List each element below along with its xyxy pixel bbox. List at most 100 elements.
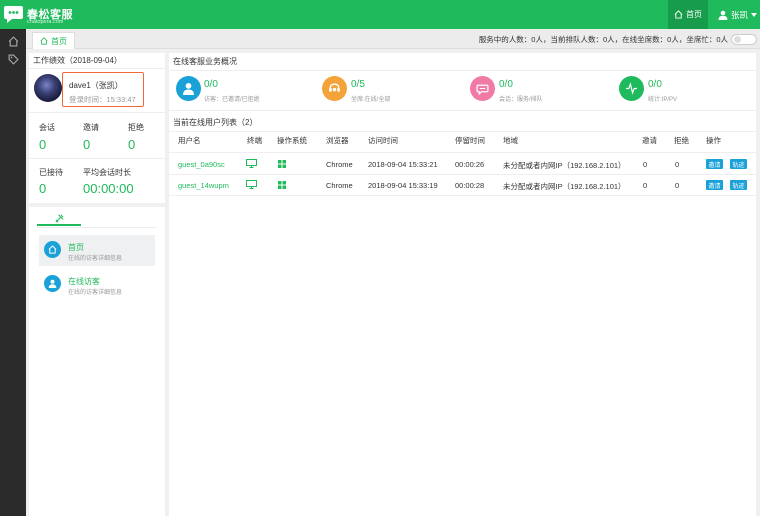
row-stay-time: 00:00:28 [455, 181, 485, 190]
desktop-icon [246, 180, 257, 189]
agent-username: dave1（张凯） [69, 81, 123, 90]
col-actions: 操作 [706, 136, 721, 145]
sidebar-home-icon[interactable] [5, 33, 21, 49]
kpi-label-sessions: 会话：服务/排队 [499, 97, 543, 103]
stat-value-sessions: 0 [39, 137, 47, 152]
service-status-text: 服务中的人数：0人，当前排队人数：0人，在线坐席数：0人，坐席忙：0人 [478, 35, 728, 44]
handled-value: 0 [39, 181, 47, 196]
col-os: 操作系统 [277, 136, 307, 145]
nav-item-title: 首页 [68, 243, 84, 252]
nav-item-subtitle: 在线的访客详细信息 [68, 256, 123, 262]
divider [169, 131, 756, 132]
session-kpi-icon [470, 76, 495, 101]
divider [169, 110, 756, 111]
row-reject-count: 0 [675, 160, 680, 169]
user-icon [718, 10, 728, 20]
windows-icon [278, 160, 286, 168]
row-browser: Chrome [326, 181, 353, 190]
performance-title: 工作绩效（2018-09-04） [29, 53, 165, 69]
row-invite-count: 0 [643, 181, 648, 190]
divider [37, 227, 157, 228]
logo-icon [3, 3, 24, 25]
col-terminal: 终端 [247, 136, 262, 145]
user-icon [44, 275, 61, 292]
row-invite-count: 0 [643, 160, 648, 169]
divider [169, 174, 756, 175]
divider [169, 195, 756, 196]
tab-home[interactable]: 首页 [32, 32, 75, 49]
busy-toggle[interactable] [731, 34, 757, 45]
home-icon [40, 37, 48, 45]
avg-duration-value: 00:00:00 [83, 181, 134, 196]
user-menu[interactable]: 张凯 [718, 0, 758, 29]
col-stay-time: 停留时间 [455, 136, 485, 145]
row-reject-count: 0 [675, 181, 680, 190]
row-user-link[interactable]: guest_14wupm [178, 181, 229, 190]
stat-value-rejects: 0 [128, 137, 136, 152]
desktop-icon [246, 159, 257, 168]
logo-subtitle: chatopera.com [27, 19, 64, 25]
col-invite: 邀请 [642, 136, 657, 145]
row-region: 未分配或者内网IP（192.168.2.101） [503, 161, 626, 170]
avatar [34, 74, 62, 102]
col-region: 地域 [503, 136, 518, 145]
login-time: 登录时间：15:33:47 [69, 95, 136, 104]
sidebar-tag-icon[interactable] [5, 51, 21, 67]
stats-kpi-icon [619, 76, 644, 101]
track-button[interactable]: 轨迹 [730, 159, 747, 169]
nav-panel: 首页 在线的访客详细信息 在线访客 在线的访客详细信息 [29, 207, 165, 516]
row-browser: Chrome [326, 160, 353, 169]
nav-item-online-visitors[interactable]: 在线访客 在线的访客详细信息 [39, 269, 155, 300]
kpi-label-stats: 统计:IP/PV [648, 97, 678, 103]
col-browser: 浏览器 [326, 136, 349, 145]
invite-button[interactable]: 邀请 [706, 180, 723, 190]
visitor-kpi-icon [176, 76, 201, 101]
row-stay-time: 00:00:26 [455, 160, 485, 169]
nav-item-subtitle: 在线的访客详细信息 [68, 290, 123, 296]
row-region: 未分配或者内网IP（192.168.2.101） [503, 182, 626, 191]
row-user-link[interactable]: guest_0a90sc [178, 160, 225, 169]
stat-value-invites: 0 [83, 137, 91, 152]
row-visit-time: 2018-09-04 15:33:21 [368, 160, 438, 169]
stat-label-invites: 邀请 [83, 123, 99, 132]
invite-button[interactable]: 邀请 [706, 159, 723, 169]
kpi-label-visitors: 访客：已邀请/已拒绝 [204, 97, 260, 103]
nav-tab-tools[interactable] [37, 212, 81, 226]
top-bar: 春松客服 chatopera.com 首页 张凯 [0, 0, 760, 29]
col-reject: 拒绝 [674, 136, 689, 145]
kpi-value-stats: 0/0 [648, 79, 662, 90]
divider [29, 158, 165, 159]
divider [169, 152, 756, 153]
tab-home-label: 首页 [51, 36, 67, 46]
kpi-value-visitors: 0/0 [204, 79, 218, 90]
stat-label-rejects: 拒绝 [128, 123, 144, 132]
col-user: 用户名 [178, 136, 201, 145]
divider [29, 112, 165, 113]
nav-item-title: 在线访客 [68, 277, 100, 286]
left-sidebar [0, 29, 26, 516]
handled-label: 已接待 [39, 168, 63, 177]
top-home-button[interactable]: 首页 [668, 0, 708, 29]
performance-panel: 工作绩效（2018-09-04） dave1（张凯） 登录时间：15:33:47… [29, 53, 165, 203]
caret-down-icon [751, 12, 758, 17]
home-icon [674, 10, 683, 19]
main-panel: 在线客服业务概况 0/0 访客：已邀请/已拒绝 0/5 坐席:在线/全部 0/0… [169, 53, 756, 516]
row-visit-time: 2018-09-04 15:33:19 [368, 181, 438, 190]
avg-duration-label: 平均会话时长 [83, 168, 131, 177]
overview-title: 在线客服业务概况 [169, 53, 756, 71]
agent-kpi-icon [322, 76, 347, 101]
windows-icon [278, 181, 286, 189]
table-title: 当前在线用户列表（2） [173, 118, 258, 127]
kpi-value-sessions: 0/0 [499, 79, 513, 90]
user-name: 张凯 [731, 9, 749, 20]
tab-bar: 首页 服务中的人数：0人，当前排队人数：0人，在线坐席数：0人，坐席忙：0人 [26, 29, 760, 49]
home-icon [44, 241, 61, 258]
stat-label-sessions: 会话 [39, 123, 55, 132]
kpi-value-agents: 0/5 [351, 79, 365, 90]
col-visit-time: 访问时间 [368, 136, 398, 145]
top-home-label: 首页 [686, 10, 702, 19]
kpi-label-agents: 坐席:在线/全部 [351, 97, 391, 103]
nav-item-home[interactable]: 首页 在线的访客详细信息 [39, 235, 155, 266]
tools-icon [55, 214, 63, 222]
track-button[interactable]: 轨迹 [730, 180, 747, 190]
